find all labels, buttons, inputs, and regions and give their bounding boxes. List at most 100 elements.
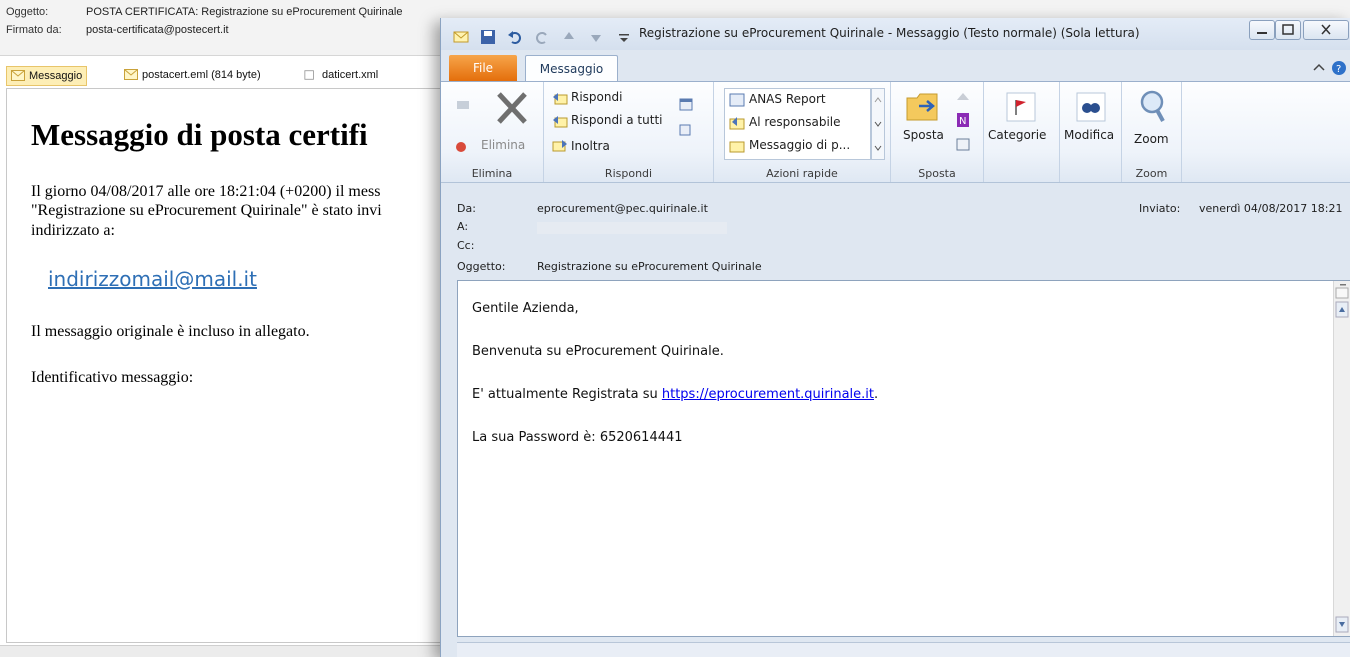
customize-toolbar-icon[interactable]: [616, 29, 632, 45]
close-button[interactable]: [1303, 20, 1349, 40]
move-folder-icon[interactable]: [905, 88, 939, 122]
scroll-down-icon[interactable]: [1334, 616, 1350, 634]
flag-icon[interactable]: [1006, 92, 1036, 122]
help-icon[interactable]: ?: [1311, 60, 1347, 76]
bg-subject-label: Oggetto:: [6, 6, 49, 18]
arrow-up-icon[interactable]: [561, 29, 577, 45]
window-title: Registrazione su eProcurement Quirinale …: [639, 26, 1140, 40]
tab-postacert-eml[interactable]: postacert.eml (814 byte): [120, 66, 265, 86]
group-zoom: Zoom Zoom: [1122, 82, 1182, 182]
welcome-text: Benvenuta su eProcurement Quirinale.: [472, 344, 724, 359]
bg-subject-value: POSTA CERTIFICATA: Registrazione su ePro…: [86, 6, 403, 18]
ignore-icon: [457, 101, 469, 109]
bg-subject-row: Oggetto: POSTA CERTIFICATA: Registrazione…: [6, 4, 402, 20]
bg-body-line-3: indirizzato a:: [31, 222, 115, 239]
quick-steps-gallery: ANAS Report Al responsabile Messaggio di…: [724, 88, 871, 160]
subject-label: Oggetto:: [457, 260, 506, 273]
undo-icon[interactable]: [507, 29, 523, 45]
quick-access-toolbar: [453, 26, 638, 44]
to-manager-icon: [729, 117, 745, 130]
envelope-icon: [11, 70, 25, 81]
delete-x-icon[interactable]: [495, 90, 529, 126]
quick-step-al-responsabile[interactable]: Al responsabile: [749, 115, 841, 129]
vertical-scrollbar[interactable]: [1333, 281, 1350, 636]
zoom-button[interactable]: Zoom: [1134, 132, 1169, 146]
svg-text:?: ?: [1336, 64, 1341, 75]
actions-icon[interactable]: [955, 136, 971, 152]
tab-postacert-label: postacert.eml (814 byte): [142, 69, 261, 81]
group-rispondi: Rispondi Rispondi a tutti Inoltra Rispon…: [544, 82, 714, 182]
tab-messaggio[interactable]: Messaggio: [525, 55, 618, 83]
team-email-icon: [729, 141, 745, 153]
certified-mail-title: Messaggio di posta certifi: [31, 117, 368, 152]
bg-signed-row: Firmato da: posta-certificata@postecert.i…: [6, 22, 229, 38]
bg-body-line-2: "Registrazione su eProcurement Quirinale…: [31, 202, 382, 219]
tab-messaggio-label: Messaggio: [29, 70, 83, 82]
maximize-button[interactable]: [1275, 20, 1301, 40]
recipient-address-link[interactable]: indirizzomail@mail.it: [48, 267, 257, 291]
group-label-rispondi: Rispondi: [604, 167, 653, 180]
bg-original-note: Il messaggio originale è incluso in alle…: [31, 323, 310, 340]
envelope-icon: [453, 31, 469, 42]
subject-value: Registrazione su eProcurement Quirinale: [537, 260, 762, 273]
categories-button[interactable]: Categorie: [988, 128, 1046, 142]
save-icon[interactable]: [480, 29, 496, 45]
redacted-recipient: [537, 222, 727, 234]
minimize-icon: [1257, 32, 1267, 34]
group-label-sposta: Sposta: [918, 167, 956, 180]
tab-file[interactable]: File: [449, 55, 517, 82]
close-icon: [1321, 24, 1331, 35]
registered-prefix: E' attualmente Registrata su: [472, 387, 662, 402]
eprocurement-link[interactable]: https://eprocurement.quirinale.it: [662, 387, 874, 402]
quick-step-messaggio[interactable]: Messaggio di p...: [749, 138, 850, 152]
onenote-icon[interactable]: N: [955, 112, 971, 128]
gallery-scroll-icon[interactable]: [871, 88, 885, 160]
from-value: eprocurement@pec.quirinale.it: [537, 202, 708, 215]
arrow-down-icon[interactable]: [588, 29, 604, 45]
bg-body-line-1: Il giorno 04/08/2017 alle ore 18:21:04 (…: [31, 183, 381, 200]
reply-button[interactable]: Rispondi: [571, 90, 622, 104]
group-azioni-rapide: ANAS Report Al responsabile Messaggio di…: [714, 82, 891, 182]
junk-icon[interactable]: [455, 138, 471, 154]
group-sposta: Sposta N Sposta: [891, 82, 984, 182]
redo-icon[interactable]: [534, 29, 550, 45]
registered-line: E' attualmente Registrata su https://epr…: [472, 387, 878, 402]
sent-label: Inviato:: [1139, 202, 1181, 215]
rules-icon[interactable]: [955, 90, 971, 106]
from-label: Da:: [457, 202, 476, 215]
to-label: A:: [457, 220, 469, 233]
certified-mail-body: Messaggio di posta certifi Il giorno 04/…: [6, 88, 446, 643]
envelope-icon: [124, 69, 138, 80]
scroll-up-icon[interactable]: [1334, 281, 1350, 321]
quick-step-icon: [729, 93, 745, 107]
registered-suffix: .: [874, 387, 879, 402]
edit-button[interactable]: Modifica: [1064, 128, 1114, 142]
ribbon-tabs: File Messaggio ?: [441, 50, 1350, 83]
quick-step-anas-report[interactable]: ANAS Report: [749, 92, 826, 106]
document-icon: [304, 70, 314, 80]
minimize-button[interactable]: [1249, 20, 1275, 40]
group-elimina: Elimina Elimina: [441, 82, 544, 182]
find-icon[interactable]: [1076, 92, 1106, 122]
move-button[interactable]: Sposta: [903, 128, 944, 142]
cc-label: Cc:: [457, 239, 475, 252]
password-text: La sua Password è: 6520614441: [472, 430, 683, 445]
forward-button[interactable]: Inoltra: [571, 139, 610, 153]
reply-all-icon: [553, 116, 568, 128]
meeting-icon[interactable]: [678, 96, 694, 112]
bg-signed-label: Firmato da:: [6, 24, 62, 36]
tab-messaggio[interactable]: Messaggio: [6, 66, 88, 86]
tab-daticert-xml[interactable]: daticert.xml: [300, 66, 382, 86]
zoom-icon[interactable]: [1136, 88, 1168, 124]
group-categorie: Categorie: [984, 82, 1060, 182]
bg-signed-value: posta-certificata@postecert.it: [86, 24, 229, 36]
delete-button[interactable]: Elimina: [481, 138, 525, 152]
ribbon: Elimina Elimina Rispondi Rispondi a tutt…: [441, 81, 1350, 183]
group-label-zoom: Zoom: [1135, 167, 1168, 180]
ribbon-help-area: ?: [1311, 60, 1347, 80]
attachment-tabs: Messaggio postacert.eml (814 byte) datic…: [0, 62, 450, 88]
outlook-message-window: Registrazione su eProcurement Quirinale …: [440, 18, 1350, 657]
reply-all-button[interactable]: Rispondi a tutti: [571, 113, 662, 127]
maximize-icon: [1282, 24, 1294, 35]
more-respond-icon[interactable]: [678, 122, 694, 138]
